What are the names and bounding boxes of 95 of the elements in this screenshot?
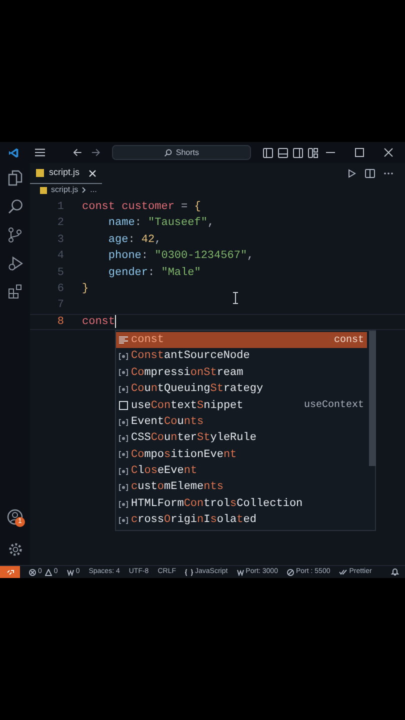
- variable-icon: [119, 500, 128, 508]
- blocked-icon: [286, 568, 294, 576]
- line-number: 8: [56, 314, 65, 330]
- line-number: 5: [56, 266, 65, 281]
- suggestion-item[interactable]: CompositionEvent: [116, 446, 367, 464]
- code-line: name: "Tauseef",: [107, 216, 214, 232]
- error-icon: [29, 568, 36, 576]
- more-icon[interactable]: [384, 172, 393, 175]
- layout-icon[interactable]: [308, 148, 318, 158]
- panel-toggle-icon[interactable]: [278, 148, 288, 158]
- code-line: gender: "Male": [107, 266, 201, 281]
- breadcrumb-file[interactable]: script.js: [51, 184, 78, 196]
- suggestion-item[interactable]: CountQueuingStrategy: [116, 381, 367, 398]
- scrollbar[interactable]: [369, 331, 376, 466]
- app-logo-icon: [8, 146, 20, 158]
- variable-icon: [119, 418, 128, 426]
- suggestion-item[interactable]: CompressionStream: [116, 364, 367, 382]
- suggestion-label: CSSCounterStyleRule: [131, 431, 256, 446]
- account-icon[interactable]: [7, 509, 23, 525]
- suggestion-label: crossOriginIsolated: [131, 513, 256, 528]
- chevron-right-icon: [82, 187, 86, 193]
- split-editor-icon[interactable]: [365, 169, 375, 178]
- variable-icon: [119, 516, 128, 524]
- keyword-icon: [119, 336, 128, 344]
- antenna-icon: [66, 568, 74, 576]
- forward-arrow-icon[interactable]: [90, 148, 100, 157]
- suggestion-label: ConstantSourceNode: [131, 349, 250, 364]
- run-icon[interactable]: [348, 169, 356, 178]
- extensions-icon[interactable]: [8, 284, 22, 299]
- suggestion-label: CountQueuingStrategy: [131, 382, 264, 398]
- suggestion-item[interactable]: EventCounts: [116, 414, 367, 430]
- suggestion-label: CompressionStream: [131, 366, 244, 381]
- search-icon: [164, 148, 172, 156]
- secondary-sidebar-icon[interactable]: [293, 148, 303, 158]
- menu-icon[interactable]: [35, 148, 46, 157]
- suggestion-item[interactable]: const const: [116, 332, 367, 348]
- line-number: 7: [56, 298, 65, 314]
- search-icon[interactable]: [8, 199, 22, 214]
- variable-icon: [119, 369, 128, 376]
- variable-icon: [119, 451, 128, 458]
- code-line: const customer = {: [82, 200, 201, 215]
- suggestion-detail: const: [334, 334, 364, 348]
- javascript-file-icon: [40, 186, 47, 194]
- suggestion-label: HTMLFormControlsCollection: [131, 496, 303, 512]
- close-icon[interactable]: [89, 170, 96, 176]
- line-number: 1: [56, 200, 65, 215]
- search-text: Shorts: [176, 146, 199, 158]
- antenna-icon: [236, 568, 244, 576]
- suggestion-label: CloseEvent: [131, 464, 198, 480]
- sidebar-toggle-icon[interactable]: [263, 148, 273, 158]
- suggestion-item[interactable]: useContextSnippet useContext: [116, 398, 367, 414]
- variable-icon: [119, 386, 128, 393]
- suggestion-item[interactable]: crossOriginIsolated: [116, 512, 367, 529]
- maximize-icon[interactable]: [355, 148, 364, 157]
- warning-icon: [44, 568, 52, 576]
- run-debug-icon[interactable]: [8, 256, 22, 271]
- suggestion-label: CompositionEvent: [131, 448, 237, 463]
- suggestion-label: customElements: [131, 480, 224, 496]
- text-cursor: [115, 315, 116, 328]
- bell-icon[interactable]: [391, 568, 399, 576]
- variable-icon: [119, 353, 128, 360]
- remote-button[interactable]: [0, 566, 20, 578]
- suggestion-item[interactable]: HTMLFormControlsCollection: [116, 496, 367, 512]
- files-icon[interactable]: [8, 170, 22, 186]
- code-line: }: [82, 282, 89, 297]
- line-number: 4: [56, 249, 65, 264]
- suggestion-label: const: [131, 332, 164, 348]
- variable-icon: [119, 435, 128, 442]
- double-check-icon: [339, 569, 348, 575]
- back-arrow-icon[interactable]: [73, 148, 83, 157]
- remote-icon: [6, 569, 14, 575]
- code-line: const: [82, 314, 116, 330]
- suggestion-item[interactable]: ConstantSourceNode: [116, 348, 367, 365]
- search-field[interactable]: Shorts: [112, 145, 251, 160]
- braces-icon: [184, 568, 193, 576]
- suggestion-label: EventCounts: [131, 414, 204, 430]
- suggestion-label: useContextSnippet: [131, 398, 244, 414]
- line-number: 2: [56, 216, 65, 232]
- variable-icon: [119, 484, 128, 492]
- suggestion-detail: useContext: [304, 399, 364, 414]
- code-line: age: 42,: [107, 232, 162, 248]
- close-icon[interactable]: [384, 148, 393, 157]
- breadcrumb-more[interactable]: ...: [90, 184, 97, 196]
- settings-icon[interactable]: [8, 542, 22, 557]
- line-number: 3: [56, 232, 65, 248]
- line-number: 6: [56, 282, 65, 297]
- suggestion-item[interactable]: CloseEvent: [116, 463, 367, 480]
- source-control-icon[interactable]: [8, 227, 22, 243]
- snippet-icon: [119, 401, 128, 410]
- variable-icon: [119, 468, 128, 475]
- suggestion-item[interactable]: customElements: [116, 480, 367, 496]
- text-select-pointer-icon: [232, 292, 239, 304]
- javascript-file-icon: [36, 169, 44, 177]
- suggestion-item[interactable]: CSSCounterStyleRule: [116, 430, 367, 447]
- code-line: phone: "0300-1234567",: [107, 249, 254, 264]
